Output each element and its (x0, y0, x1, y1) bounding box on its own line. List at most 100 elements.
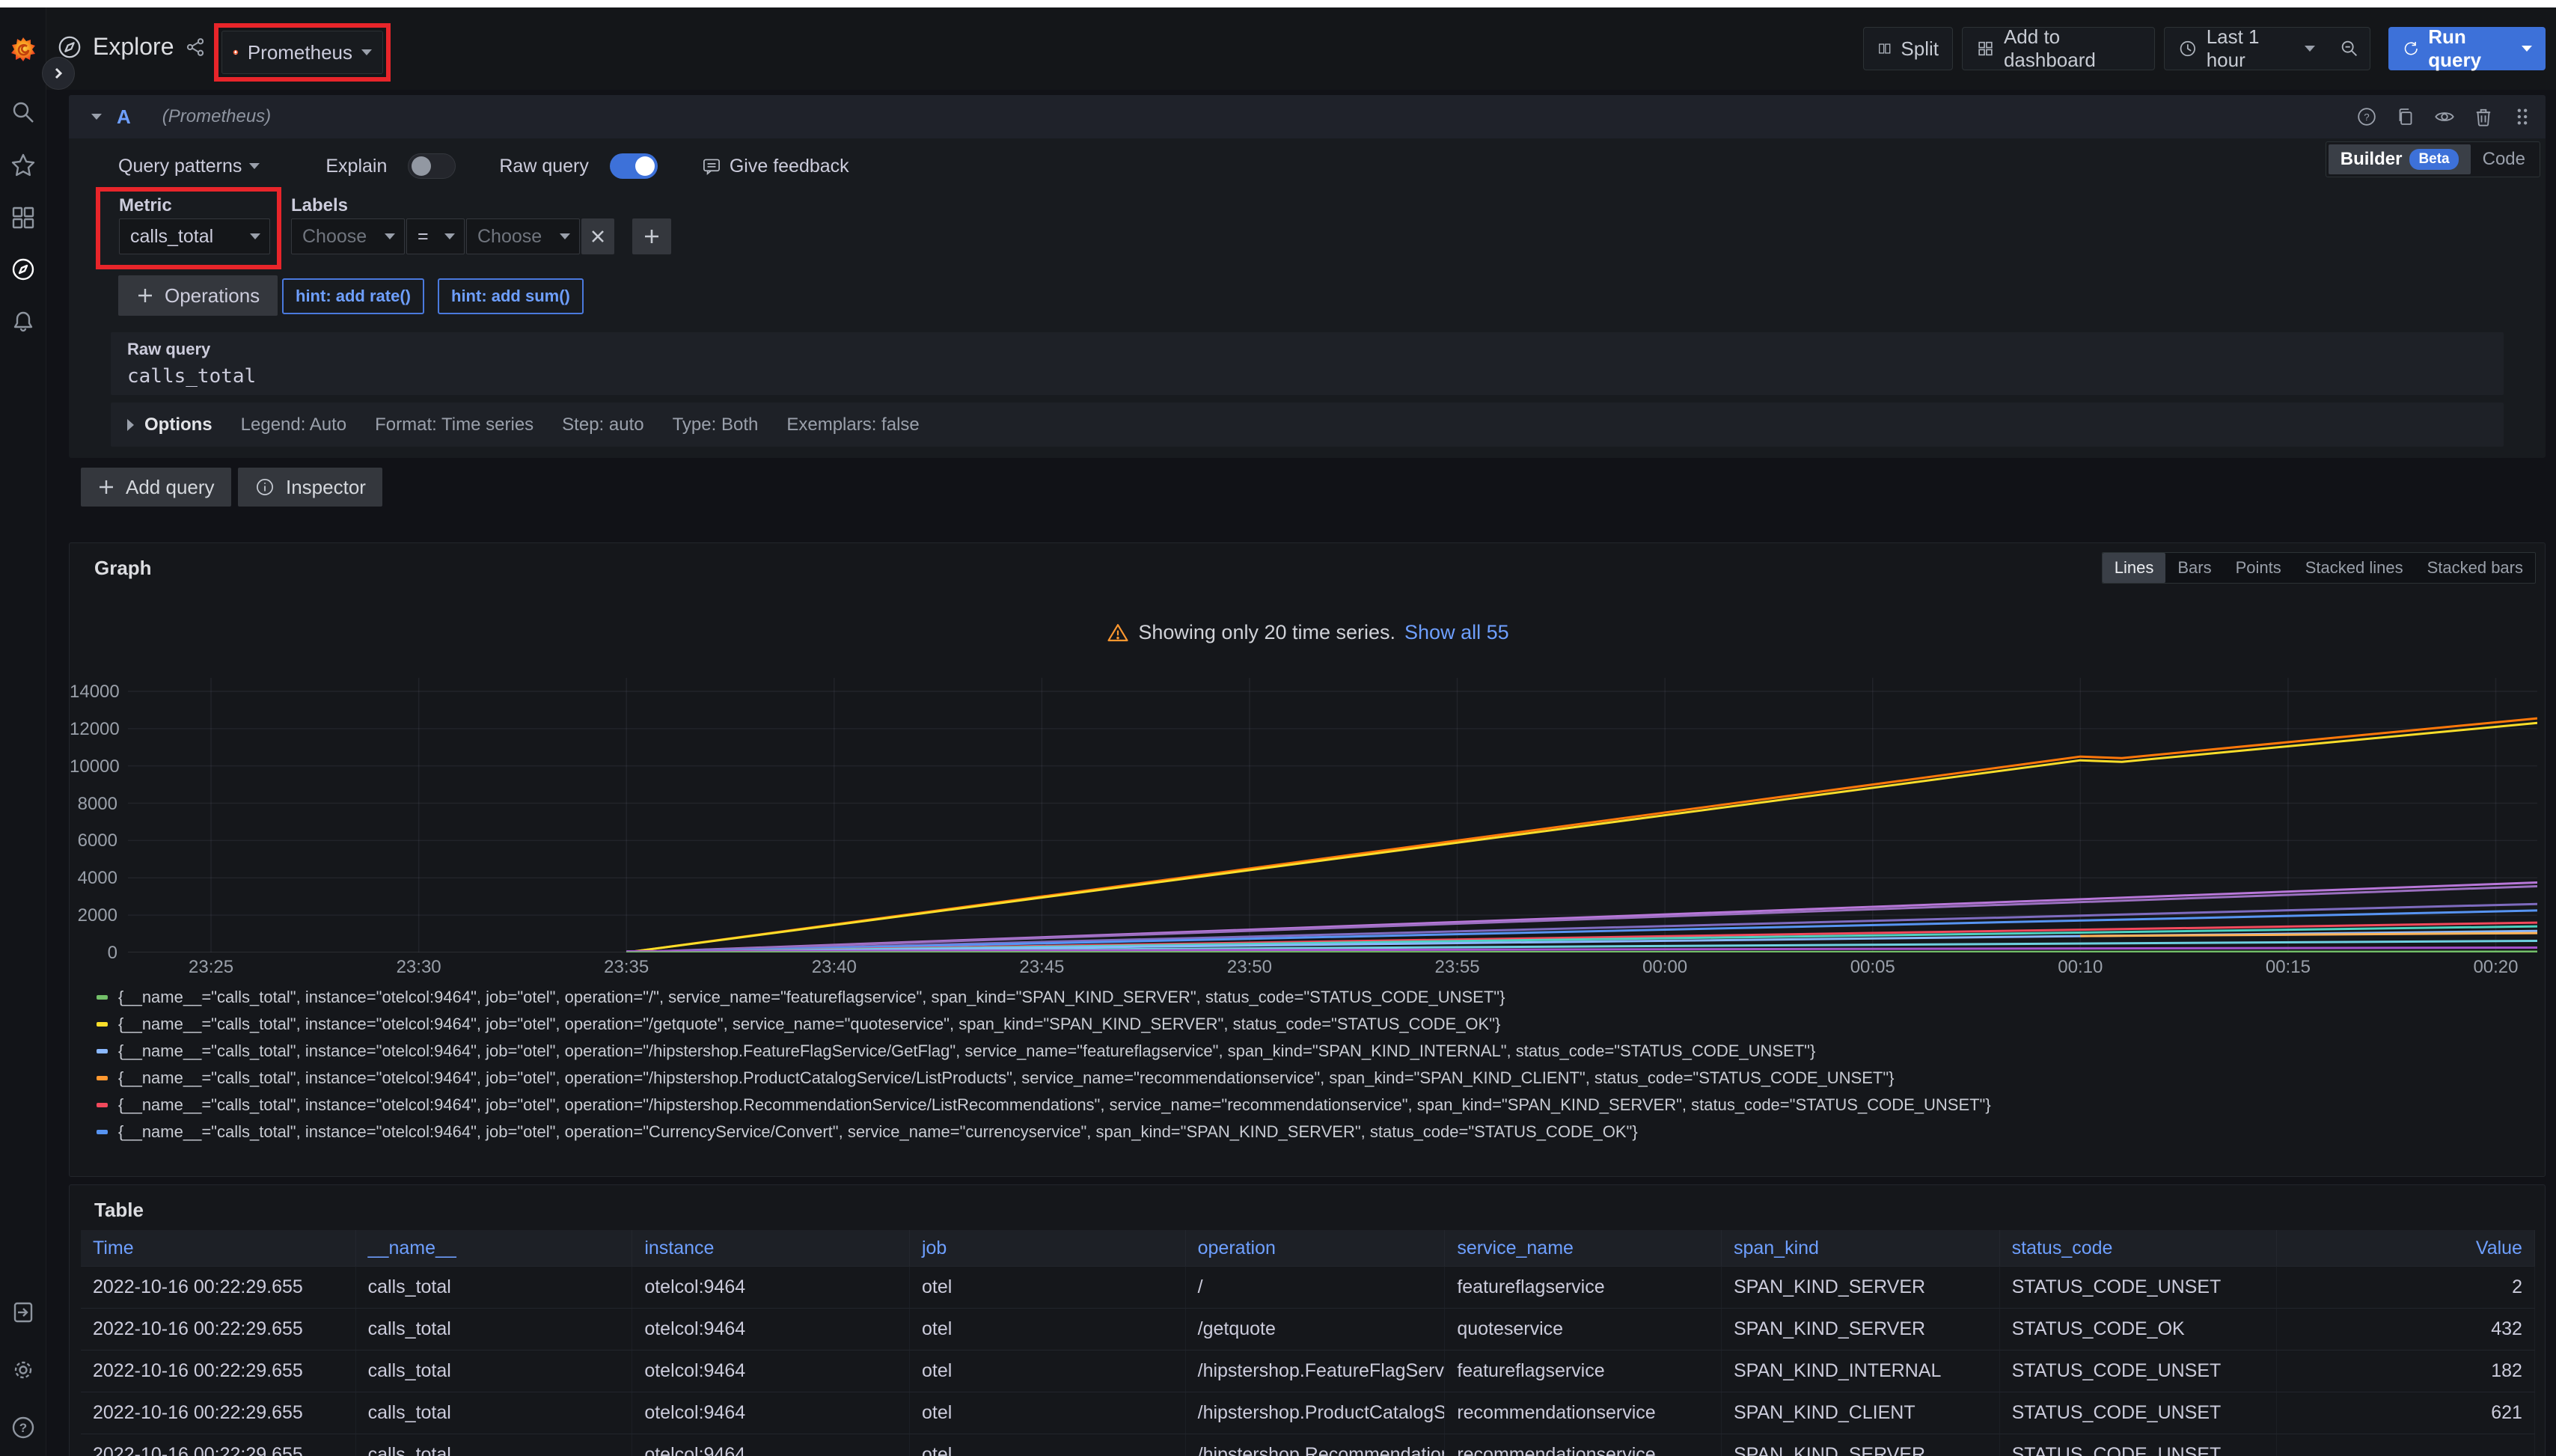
sidebar-expand-button[interactable] (42, 57, 75, 90)
table-cell: 182 (2277, 1351, 2535, 1392)
query-ref-id[interactable]: A (117, 105, 131, 129)
explore-nav-icon[interactable] (10, 256, 37, 283)
table-cell: recommendationservice (1445, 1434, 1722, 1456)
query-help-icon[interactable]: ? (2354, 104, 2379, 129)
options-item: Type: Both (673, 415, 759, 435)
collapse-chevron-icon[interactable] (91, 114, 102, 120)
sign-in-icon[interactable] (10, 1299, 37, 1326)
graph-mode-stacked-lines[interactable]: Stacked lines (2293, 553, 2415, 583)
graph-legend: {__name__="calls_total", instance="otelc… (97, 988, 2528, 1156)
metric-select[interactable]: calls_total (119, 218, 270, 254)
x-tick-label: 23:30 (374, 957, 464, 978)
chevron-down-icon (560, 233, 570, 239)
query-editor-panel: A (Prometheus) ? Query patterns Explain … (69, 95, 2546, 458)
column-header-job[interactable]: job (910, 1230, 1186, 1266)
legend-item[interactable]: {__name__="calls_total", instance="otelc… (97, 1015, 2528, 1033)
table-cell: /getquote (1186, 1309, 1446, 1350)
legend-item[interactable]: {__name__="calls_total", instance="otelc… (97, 1123, 2528, 1140)
graph-mode-points[interactable]: Points (2224, 553, 2293, 583)
legend-swatch (97, 1103, 108, 1107)
add-label-filter-button[interactable] (632, 218, 671, 254)
help-icon[interactable]: ? (10, 1414, 37, 1441)
legend-item[interactable]: {__name__="calls_total", instance="otelc… (97, 1069, 2528, 1086)
prometheus-logo-icon (233, 41, 239, 64)
graph-mode-group: LinesBarsPointsStacked linesStacked bars (2102, 552, 2536, 584)
code-tab[interactable]: Code (2471, 144, 2537, 174)
remove-label-filter-button[interactable] (581, 218, 614, 254)
graph-mode-lines[interactable]: Lines (2103, 553, 2166, 583)
legend-item[interactable]: {__name__="calls_total", instance="otelc… (97, 1096, 2528, 1113)
show-all-series-link[interactable]: Show all 55 (1404, 621, 1509, 644)
column-header-Time[interactable]: Time (81, 1230, 356, 1266)
column-header-instance[interactable]: instance (632, 1230, 910, 1266)
results-table: Time__name__instancejoboperationservice_… (81, 1230, 2535, 1456)
graph-mode-bars[interactable]: Bars (2165, 553, 2223, 583)
share-icon[interactable] (185, 37, 206, 58)
add-operation-button[interactable]: Operations (118, 275, 278, 316)
column-header-service-name[interactable]: service_name (1445, 1230, 1722, 1266)
label-operator-select[interactable]: = (406, 218, 465, 254)
run-query-button[interactable]: Run query (2388, 27, 2546, 70)
hint-button[interactable]: hint: add rate() (282, 278, 424, 314)
table-cell: STATUS_CODE_UNSET (2000, 1351, 2278, 1392)
delete-query-trash-icon[interactable] (2471, 104, 2496, 129)
column-header-status-code[interactable]: status_code (2000, 1230, 2278, 1266)
add-query-button[interactable]: Add query (81, 468, 231, 507)
split-button[interactable]: Split (1863, 27, 1953, 70)
y-tick-label: 10000 (70, 756, 117, 777)
datasource-picker[interactable]: Prometheus (221, 31, 383, 74)
settings-gear-icon[interactable] (10, 1356, 37, 1383)
x-tick-label: 23:45 (997, 957, 1086, 978)
x-tick-label: 00:20 (2450, 957, 2540, 978)
builder-tab[interactable]: Builder Beta (2329, 144, 2471, 174)
query-patterns-label: Query patterns (118, 156, 242, 177)
table-cell (2277, 1434, 2535, 1456)
chevron-down-icon (249, 163, 260, 169)
time-series-chart[interactable] (128, 678, 2537, 952)
duplicate-query-icon[interactable] (2393, 104, 2418, 129)
query-row-header[interactable]: A (Prometheus) ? (69, 95, 2546, 138)
run-query-dropdown-caret[interactable] (2522, 46, 2532, 52)
disable-query-eye-icon[interactable] (2432, 104, 2457, 129)
add-to-dashboard-button[interactable]: Add to dashboard (1962, 27, 2155, 70)
column-header---name--[interactable]: __name__ (356, 1230, 633, 1266)
y-axis: 02000400060008000100001200014000 (70, 678, 117, 952)
labels-label: Labels (291, 195, 348, 216)
alerting-bell-icon[interactable] (10, 308, 37, 335)
search-icon[interactable] (10, 99, 37, 126)
time-range-picker[interactable]: Last 1 hour (2164, 27, 2329, 70)
drag-handle-icon[interactable] (2510, 104, 2535, 129)
chevron-down-icon (2305, 46, 2315, 52)
table-cell: STATUS_CODE_OK (2000, 1309, 2278, 1350)
explain-toggle[interactable] (408, 153, 456, 179)
legend-item[interactable] (97, 1150, 2528, 1156)
hint-button[interactable]: hint: add sum() (438, 278, 584, 314)
zoom-out-button[interactable] (2329, 27, 2370, 70)
graph-mode-stacked-bars[interactable]: Stacked bars (2415, 553, 2535, 583)
label-name-select[interactable]: Choose (291, 218, 405, 254)
options-expander[interactable]: Options (127, 415, 213, 435)
grafana-logo[interactable] (10, 36, 37, 63)
label-value-select[interactable]: Choose (466, 218, 580, 254)
page-title: Explore (93, 33, 174, 61)
column-header-operation[interactable]: operation (1186, 1230, 1446, 1266)
legend-item-label: {__name__="calls_total", instance="otelc… (118, 1068, 1895, 1088)
query-patterns-dropdown[interactable]: Query patterns (118, 156, 260, 177)
legend-item[interactable]: {__name__="calls_total", instance="otelc… (97, 988, 2528, 1006)
apps-icon (1976, 38, 1995, 59)
column-header-Value[interactable]: Value (2277, 1230, 2535, 1266)
graph-panel: Graph LinesBarsPointsStacked linesStacke… (69, 542, 2546, 1177)
x-tick-label: 23:25 (166, 957, 256, 978)
table-cell: otel (910, 1309, 1186, 1350)
label-operator-value: = (418, 226, 429, 248)
column-header-span-kind[interactable]: span_kind (1722, 1230, 2000, 1266)
raw-query-toggle[interactable] (610, 153, 658, 179)
starred-icon[interactable] (10, 152, 37, 179)
inspector-button[interactable]: Inspector (238, 468, 382, 507)
give-feedback-button[interactable]: Give feedback (701, 156, 849, 177)
table-cell: 2022-10-16 00:22:29.655 (81, 1392, 356, 1434)
dashboards-icon[interactable] (10, 204, 37, 231)
table-row: 2022-10-16 00:22:29.655calls_totalotelco… (81, 1350, 2535, 1392)
legend-item[interactable]: {__name__="calls_total", instance="otelc… (97, 1042, 2528, 1059)
code-label: Code (2483, 149, 2525, 170)
